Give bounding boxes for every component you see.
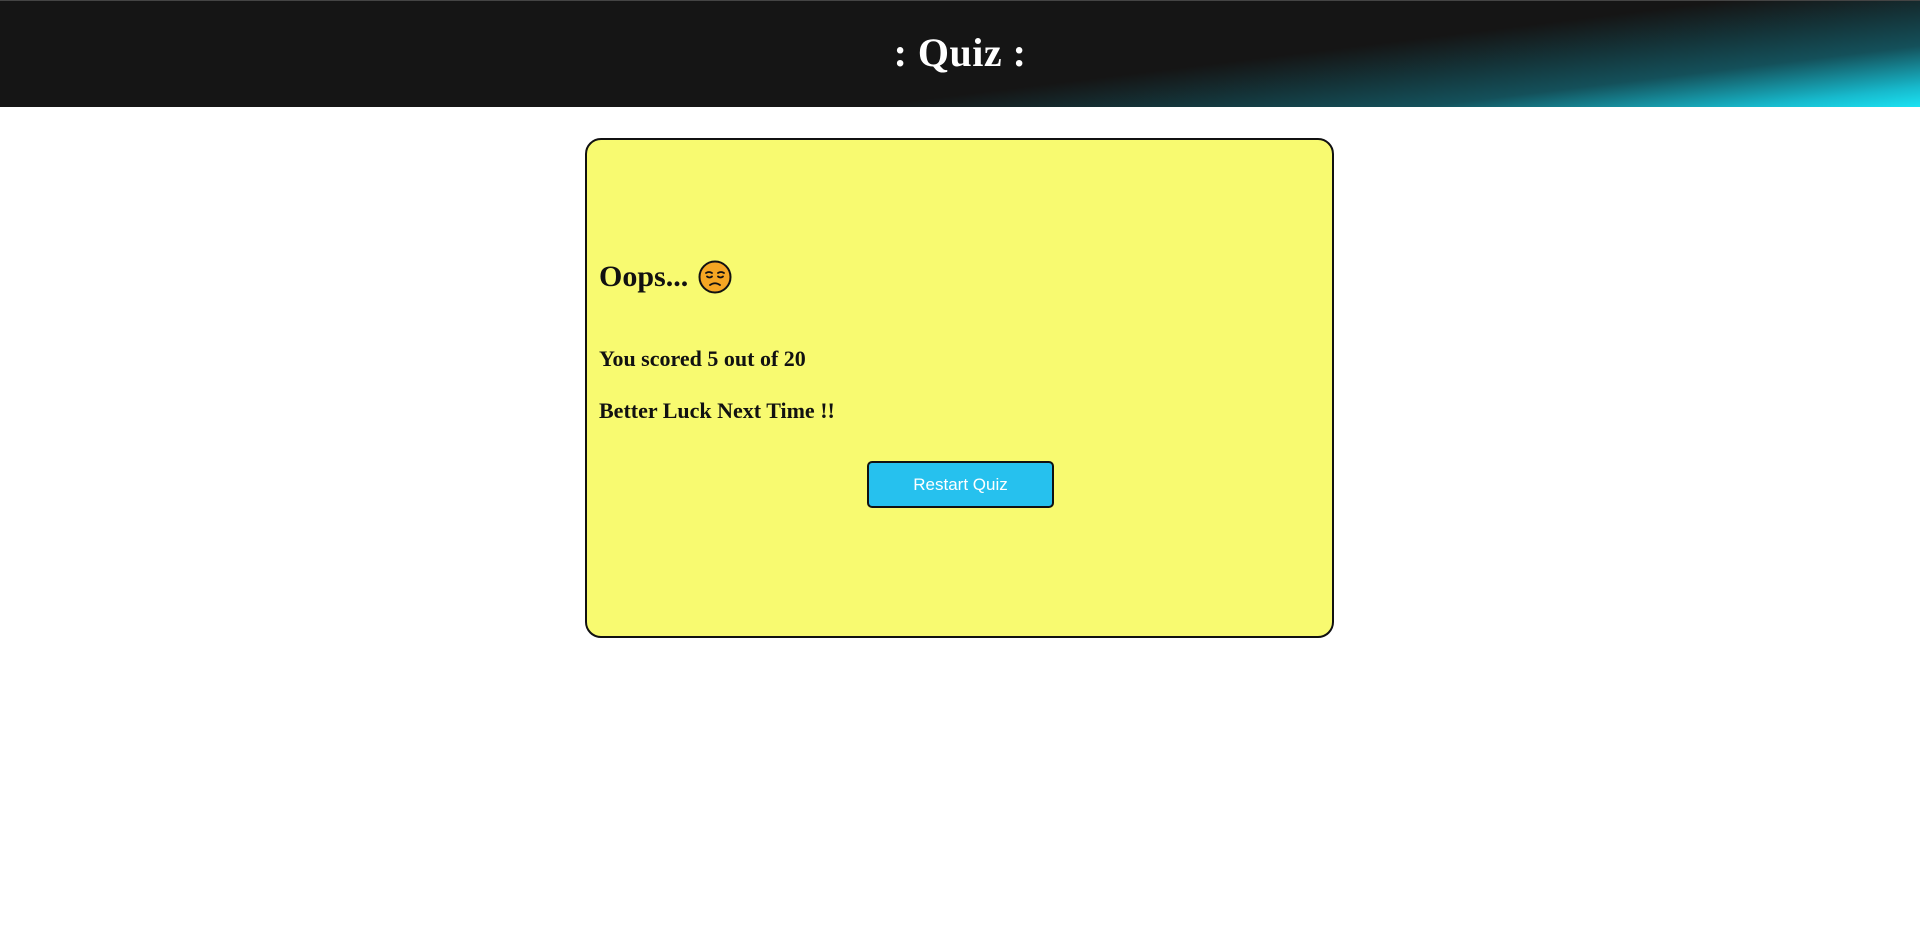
sad-face-icon — [698, 260, 732, 294]
result-message: Better Luck Next Time !! — [599, 398, 835, 423]
result-heading: Oops... — [599, 260, 732, 294]
page-title: : Quiz : — [893, 30, 1027, 75]
score-text: You scored 5 out of 20 — [599, 346, 806, 371]
result-heading-text: Oops... — [599, 260, 689, 293]
restart-quiz-button[interactable]: Restart Quiz — [867, 461, 1054, 508]
result-card: Oops... You scored 5 out of 20 Better Lu… — [585, 138, 1334, 638]
page-header: : Quiz : — [0, 0, 1920, 107]
